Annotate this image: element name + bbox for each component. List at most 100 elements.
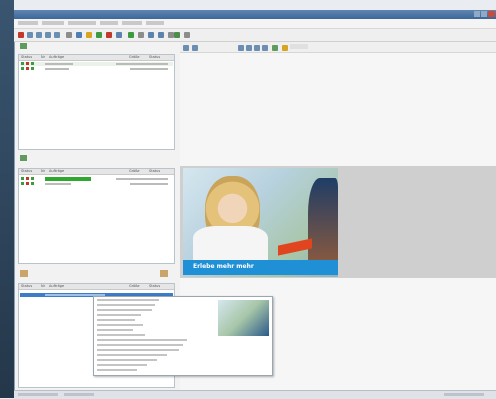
up-icon[interactable] xyxy=(45,32,51,38)
toolbar xyxy=(14,29,496,42)
col-size: Größe xyxy=(129,169,140,173)
minimize-button[interactable] xyxy=(474,11,480,17)
down-icon[interactable] xyxy=(54,32,60,38)
status-icon xyxy=(21,177,24,180)
list-item[interactable] xyxy=(20,177,173,181)
status-icon xyxy=(21,67,24,70)
status-icon xyxy=(31,177,34,180)
back-icon[interactable] xyxy=(183,45,189,51)
preview-toolbar xyxy=(180,42,496,53)
queue-icon[interactable] xyxy=(20,155,27,161)
title-bar xyxy=(14,10,496,19)
preview-top-area xyxy=(180,53,496,166)
col-status: Status xyxy=(21,55,33,59)
add-icon[interactable] xyxy=(96,32,102,38)
address-field[interactable] xyxy=(290,44,308,49)
download-list-top[interactable]: Status Nr Aufträge Größe Status xyxy=(18,54,175,150)
info-line xyxy=(97,314,141,316)
back-icon[interactable] xyxy=(27,32,33,38)
item-info xyxy=(116,178,168,180)
item-info xyxy=(116,63,168,65)
image-icon[interactable] xyxy=(272,45,278,51)
man-figure xyxy=(308,178,338,266)
maximize-button[interactable] xyxy=(481,11,487,17)
nav-icon[interactable] xyxy=(238,45,244,51)
col-nr: Nr xyxy=(41,284,46,288)
refresh-icon[interactable] xyxy=(128,32,134,38)
col-size: Größe xyxy=(129,284,140,288)
forward-icon[interactable] xyxy=(192,45,198,51)
print-icon[interactable] xyxy=(138,32,144,38)
download-list-middle[interactable]: Status Nr Aufträge Größe Status xyxy=(18,168,175,264)
info-line xyxy=(97,369,137,371)
info-line xyxy=(97,319,135,321)
col-name: Aufträge xyxy=(49,55,65,59)
menu-item[interactable] xyxy=(68,21,96,25)
status-icon xyxy=(31,182,34,185)
info-icon[interactable] xyxy=(116,32,122,38)
col-nr: Nr xyxy=(41,169,46,173)
folder-icon[interactable] xyxy=(86,32,92,38)
view-icon[interactable] xyxy=(148,32,154,38)
item-info xyxy=(130,68,168,70)
info-line xyxy=(97,344,183,346)
item-name xyxy=(45,63,73,65)
delete-icon[interactable] xyxy=(106,32,112,38)
col-status: Status xyxy=(21,284,33,288)
list-header: Status Nr Aufträge Größe Status xyxy=(19,284,174,290)
status-icon xyxy=(21,182,24,185)
stop-icon[interactable] xyxy=(18,32,24,38)
settings-icon[interactable] xyxy=(66,32,72,38)
status-icon xyxy=(31,67,34,70)
status-icon xyxy=(31,62,34,65)
status-text xyxy=(64,393,94,396)
connect-icon[interactable] xyxy=(174,32,180,38)
menu-item[interactable] xyxy=(42,21,64,25)
nav-icon[interactable] xyxy=(254,45,260,51)
col-nr: Nr xyxy=(41,55,46,59)
menu-item[interactable] xyxy=(122,21,142,25)
forward-icon[interactable] xyxy=(36,32,42,38)
list-item[interactable] xyxy=(20,62,173,66)
info-line xyxy=(97,324,143,326)
info-line xyxy=(97,354,167,356)
status-icon xyxy=(26,177,29,180)
info-line xyxy=(97,349,179,351)
panel-action-icon[interactable] xyxy=(160,270,168,277)
ad-badge xyxy=(278,238,312,256)
status-text xyxy=(444,393,484,396)
item-name xyxy=(45,183,71,185)
progress-bar xyxy=(45,177,91,181)
status-icon xyxy=(26,182,29,185)
search-icon[interactable] xyxy=(76,32,82,38)
queue-icon[interactable] xyxy=(20,43,27,49)
item-info xyxy=(130,183,168,185)
nav-icon[interactable] xyxy=(246,45,252,51)
col-size: Größe xyxy=(129,55,140,59)
list-header: Status Nr Aufträge Größe Status xyxy=(19,169,174,175)
list-header: Status Nr Aufträge Größe Status xyxy=(19,55,174,61)
info-line xyxy=(97,339,187,341)
list-item[interactable] xyxy=(20,67,173,71)
zoom-icon[interactable] xyxy=(262,45,268,51)
item-name xyxy=(45,68,69,70)
options-icon[interactable] xyxy=(184,32,190,38)
list-item[interactable] xyxy=(20,182,173,186)
info-line xyxy=(97,334,145,336)
info-line xyxy=(97,304,155,306)
star-icon[interactable] xyxy=(282,45,288,51)
menu-item[interactable] xyxy=(146,21,164,25)
menu-item[interactable] xyxy=(100,21,118,25)
status-icon xyxy=(26,62,29,65)
ad-image[interactable]: Erlebe mehr mehr xyxy=(183,168,338,277)
info-line xyxy=(97,299,159,301)
info-popup xyxy=(93,296,273,376)
col-name: Aufträge xyxy=(49,284,65,288)
menu-item[interactable] xyxy=(18,21,38,25)
queue-icon[interactable] xyxy=(20,270,28,277)
col-state: Status xyxy=(149,284,161,288)
filter-icon[interactable] xyxy=(158,32,164,38)
info-line xyxy=(97,329,133,331)
close-button[interactable] xyxy=(488,11,495,17)
popup-thumbnail xyxy=(218,300,269,336)
